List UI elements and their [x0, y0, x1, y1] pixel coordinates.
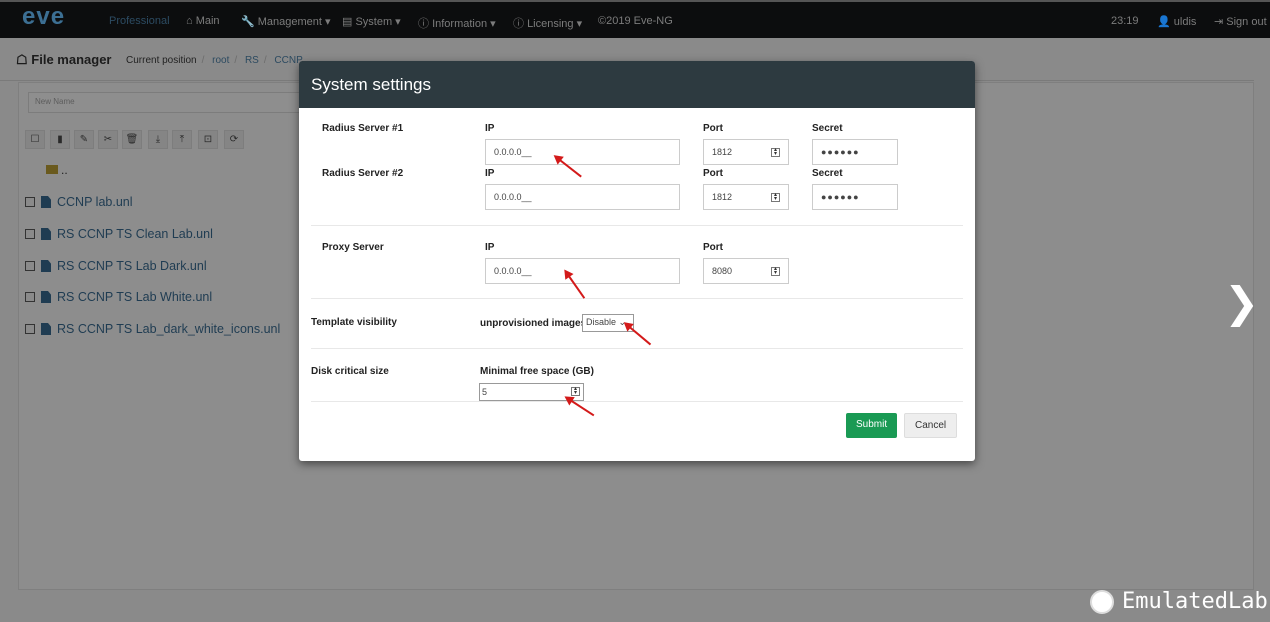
divider: [311, 401, 963, 402]
new-name-input[interactable]: New Name: [28, 92, 328, 113]
radius1-ip-input[interactable]: 0.0.0.0__: [485, 139, 680, 165]
file-icon: [41, 291, 51, 303]
import-icon[interactable]: ⤓: [148, 130, 168, 149]
breadcrumb-root[interactable]: root: [212, 55, 229, 66]
folder-icon: [46, 165, 58, 174]
file-icon: [41, 323, 51, 335]
eve-logo[interactable]: eve: [22, 5, 80, 36]
radius1-secret-input[interactable]: ●●●●●●: [812, 139, 898, 165]
file-item[interactable]: CCNP lab.unl: [25, 195, 133, 209]
port-label: Port: [703, 123, 723, 134]
divider: [311, 225, 963, 226]
minimal-free-space-label: Minimal free space (GB): [480, 366, 594, 377]
file-checkbox[interactable]: [25, 292, 35, 302]
signout-link[interactable]: ⇥ Sign out: [1214, 15, 1267, 28]
proxy-label: Proxy Server: [322, 242, 384, 253]
unprovisioned-images-label: unprovisioned images: [480, 318, 587, 329]
disk-critical-label: Disk critical size: [311, 366, 389, 377]
secret-label: Secret: [812, 168, 843, 179]
file-checkbox[interactable]: [25, 324, 35, 334]
file-checkbox[interactable]: [25, 229, 35, 239]
refresh-icon[interactable]: ⟳: [224, 130, 244, 149]
port-label: Port: [703, 168, 723, 179]
proxy-port-input[interactable]: 8080 ▴ ▾: [703, 258, 789, 284]
select-all-icon[interactable]: ☐: [25, 130, 45, 149]
file-icon: [41, 196, 51, 208]
parent-folder[interactable]: ..: [46, 163, 68, 177]
ip-label: IP: [485, 123, 495, 134]
file-icon: [41, 228, 51, 240]
file-item[interactable]: RS CCNP TS Clean Lab.unl: [25, 227, 213, 241]
spinner-icon[interactable]: ▴ ▾: [771, 192, 780, 202]
divider: [311, 298, 963, 299]
new-folder-icon[interactable]: ⊡: [198, 130, 218, 149]
divider: [311, 348, 963, 349]
nav-system[interactable]: ▤ System ▾: [342, 15, 401, 28]
template-visibility-label: Template visibility: [311, 317, 397, 328]
radius2-label: Radius Server #2: [322, 168, 404, 179]
file-item[interactable]: RS CCNP TS Lab_dark_white_icons.unl: [25, 322, 280, 336]
nav-main[interactable]: ⌂ Main: [186, 15, 220, 27]
ip-label: IP: [485, 168, 495, 179]
port-label: Port: [703, 242, 723, 253]
radius1-label: Radius Server #1: [322, 123, 404, 134]
nav-information[interactable]: ⓘ Information ▾: [418, 15, 496, 31]
cancel-button[interactable]: Cancel: [904, 413, 958, 438]
nav-management[interactable]: 🔧 Management ▾: [241, 15, 331, 28]
watermark: EmulatedLab: [1090, 589, 1268, 614]
file-icon: [41, 260, 51, 272]
top-navbar: eve Professional ⌂ Main 🔧 Management ▾ ▤…: [0, 0, 1270, 38]
new-file-icon[interactable]: ▮: [50, 130, 70, 149]
nav-licensing[interactable]: ⓘ Licensing ▾: [513, 15, 582, 31]
emulatedlab-logo-icon: [1090, 589, 1114, 614]
edit-icon[interactable]: ✎: [74, 130, 94, 149]
system-settings-modal: System settings Radius Server #1 IP 0.0.…: [299, 61, 975, 461]
spinner-icon[interactable]: ▴ ▾: [771, 147, 780, 157]
cut-icon[interactable]: ✂: [98, 130, 118, 149]
spinner-icon[interactable]: ▴ ▾: [771, 266, 780, 276]
clock: 23:19: [1111, 15, 1139, 27]
breadcrumb-rs[interactable]: RS: [245, 55, 259, 66]
chevron-right-icon[interactable]: ❯: [1224, 278, 1259, 327]
page-title: ☖ File manager: [16, 52, 112, 67]
annotation-arrow: [625, 323, 652, 346]
breadcrumb: Current position / root / RS / CCNP: [126, 55, 303, 66]
sitemap-icon: ☖: [16, 52, 28, 67]
radius2-ip-input[interactable]: 0.0.0.0__: [485, 184, 680, 210]
radius2-port-input[interactable]: 1812 ▴ ▾: [703, 184, 789, 210]
file-item[interactable]: RS CCNP TS Lab Dark.unl: [25, 259, 207, 273]
export-icon[interactable]: ⤒: [172, 130, 192, 149]
file-checkbox[interactable]: [25, 197, 35, 207]
delete-icon[interactable]: 🗑: [122, 130, 142, 149]
ip-label: IP: [485, 242, 495, 253]
secret-label: Secret: [812, 123, 843, 134]
file-checkbox[interactable]: [25, 261, 35, 271]
proxy-ip-input[interactable]: 0.0.0.0__: [485, 258, 680, 284]
user-menu[interactable]: 👤 uldis: [1157, 15, 1196, 28]
file-item[interactable]: RS CCNP TS Lab White.unl: [25, 290, 212, 304]
radius1-port-input[interactable]: 1812 ▴ ▾: [703, 139, 789, 165]
copyright: ©2019 Eve-NG: [598, 15, 673, 27]
edition-label: Professional: [109, 15, 170, 27]
modal-title: System settings: [299, 61, 975, 108]
submit-button[interactable]: Submit: [846, 413, 898, 438]
radius2-secret-input[interactable]: ●●●●●●: [812, 184, 898, 210]
